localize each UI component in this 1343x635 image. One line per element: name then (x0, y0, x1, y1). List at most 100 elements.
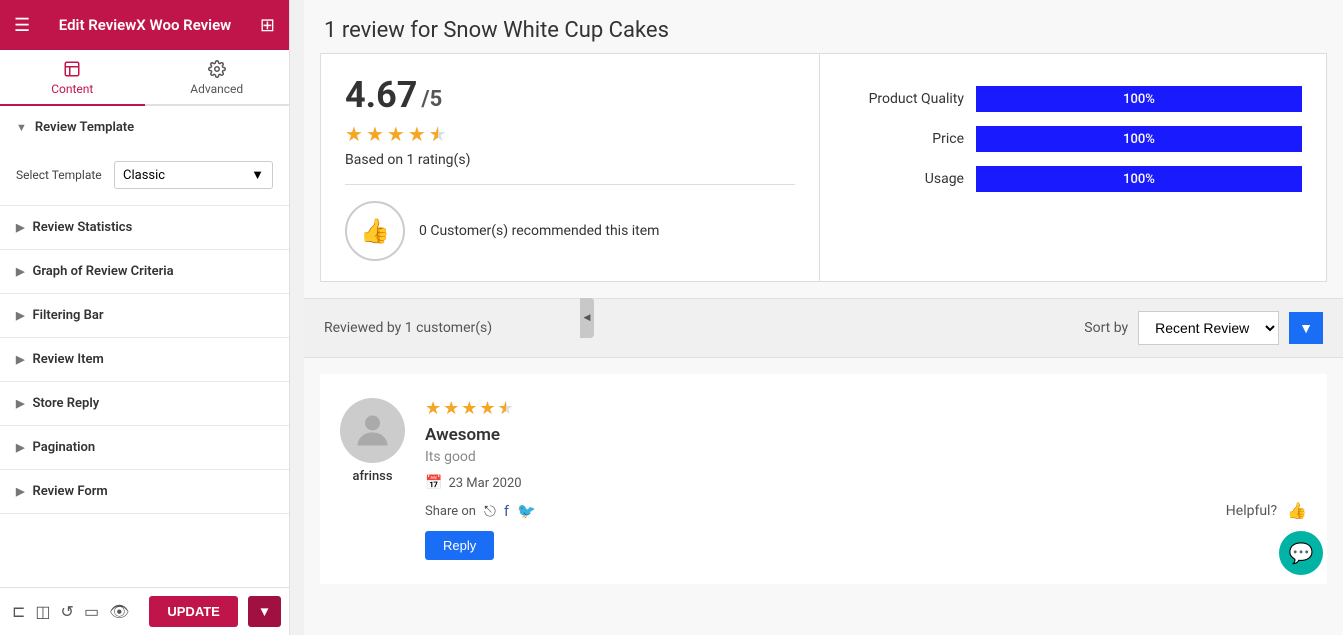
criteria-label-product-quality: Product Quality (844, 91, 964, 107)
stats-left: 4.67 /5 ★ ★ ★ ★ ★ ★ Based on 1 rating(s) (320, 53, 820, 282)
chat-fab[interactable]: 💬 (1279, 531, 1323, 575)
review-text: Its good (425, 449, 1307, 465)
accordion-filtering-bar: ▶ Filtering Bar (0, 294, 289, 338)
star-5-half: ★ ★ (429, 122, 447, 146)
sort-dropdown-btn[interactable]: ▼ (1289, 312, 1323, 344)
criteria-bar-usage: 100% (976, 166, 1302, 192)
helpful-row: Helpful? 👍 (1226, 501, 1307, 521)
accordion-header-pagination[interactable]: ▶ Pagination (0, 426, 289, 469)
page-title: 1 review for Snow White Cup Cakes (304, 0, 1343, 53)
sidebar-title: Edit ReviewX Woo Review (59, 16, 231, 34)
criteria-bar-price: 100% (976, 126, 1302, 152)
avatar-col: afrinss (340, 398, 405, 560)
accordion-header-store-reply[interactable]: ▶ Store Reply (0, 382, 289, 425)
chevron-right-icon-6: ▶ (16, 441, 24, 454)
calendar-icon: 📅 (425, 475, 442, 491)
helpful-label: Helpful? (1226, 503, 1277, 519)
accordion-store-reply: ▶ Store Reply (0, 382, 289, 426)
main-inner: 1 review for Snow White Cup Cakes 4.67 /… (304, 0, 1343, 584)
accordion-label-filtering-bar: Filtering Bar (32, 308, 103, 323)
star-2: ★ (366, 122, 384, 146)
accordion-label-review-template: Review Template (35, 120, 134, 135)
twitter-icon[interactable]: 🐦 (517, 502, 536, 520)
chevron-right-icon-7: ▶ (16, 485, 24, 498)
chevron-right-icon-3: ▶ (16, 309, 24, 322)
hamburger-icon[interactable]: ☰ (14, 15, 30, 36)
accordion-label-review-item: Review Item (32, 352, 103, 367)
reply-button[interactable]: Reply (425, 531, 494, 560)
accordion-header-review-item[interactable]: ▶ Review Item (0, 338, 289, 381)
accordion-pagination: ▶ Pagination (0, 426, 289, 470)
grid-icon[interactable]: ⊞ (260, 15, 275, 36)
review-date: 📅 23 Mar 2020 (425, 475, 1307, 491)
accordion-header-graph-of-review-criteria[interactable]: ▶ Graph of Review Criteria (0, 250, 289, 293)
accordion-review-template: ▼ Review Template Select Template Classi… (0, 106, 289, 206)
review-star-1: ★ (425, 398, 441, 419)
chevron-right-icon-4: ▶ (16, 353, 24, 366)
stats-right: Product Quality 100% Price 100% Usage (820, 53, 1327, 282)
share-label: Share on (425, 504, 476, 519)
sidebar-header: ☰ Edit ReviewX Woo Review ⊞ (0, 0, 289, 50)
tab-advanced[interactable]: Advanced (145, 50, 290, 104)
thumbs-up-button[interactable]: 👍 (1287, 501, 1307, 521)
update-arrow-button[interactable]: ▼ (248, 596, 281, 627)
template-dropdown[interactable]: Classic ▼ (114, 161, 273, 189)
recommend-row: 👍 0 Customer(s) recommended this item (345, 201, 795, 261)
review-star-4: ★ (479, 398, 495, 419)
rating-number: 4.67 (345, 74, 417, 116)
template-value: Classic (123, 168, 165, 183)
accordion-label-review-statistics: Review Statistics (32, 220, 132, 235)
review-item: afrinss ★ ★ ★ ★ ★ ★ Awesome Its good (320, 374, 1327, 584)
accordion-label-graph-of-review-criteria: Graph of Review Criteria (32, 264, 173, 279)
sort-row: Sort by Recent Review ▼ (1084, 311, 1323, 345)
accordion-header-review-statistics[interactable]: ▶ Review Statistics (0, 206, 289, 249)
chevron-down-icon: ▼ (16, 121, 27, 134)
collapse-handle[interactable]: ◀ (580, 298, 594, 338)
sort-dropdown[interactable]: Recent Review (1138, 311, 1279, 345)
review-star-2: ★ (443, 398, 459, 419)
desktop-icon[interactable]: ▭ (84, 598, 99, 626)
criteria-bar-wrap-usage: 100% (976, 166, 1302, 192)
accordion-review-form: ▶ Review Form (0, 470, 289, 514)
main-content: 1 review for Snow White Cup Cakes 4.67 /… (304, 0, 1343, 635)
criteria-usage: Usage 100% (844, 166, 1302, 192)
criteria-bar-product-quality: 100% (976, 86, 1302, 112)
stats-divider (345, 184, 795, 185)
criteria-label-usage: Usage (844, 171, 964, 187)
thumbs-up-icon: 👍 (345, 201, 405, 261)
tab-content[interactable]: Content (0, 50, 145, 104)
chevron-right-icon-2: ▶ (16, 265, 24, 278)
criteria-bar-wrap-price: 100% (976, 126, 1302, 152)
criteria-label-price: Price (844, 131, 964, 147)
sort-label: Sort by (1084, 320, 1128, 336)
recommend-text: 0 Customer(s) recommended this item (419, 223, 659, 239)
share-icon[interactable]: ⎋ (484, 502, 496, 520)
accordion-review-statistics: ▶ Review Statistics (0, 206, 289, 250)
reviewed-by: Reviewed by 1 customer(s) (324, 320, 492, 336)
facebook-icon[interactable]: f (504, 502, 509, 520)
accordion-label-store-reply: Store Reply (32, 396, 99, 411)
filter-bar: Reviewed by 1 customer(s) Sort by Recent… (304, 298, 1343, 358)
update-button[interactable]: UPDATE (149, 596, 237, 627)
rating-display: 4.67 /5 (345, 74, 795, 116)
accordion-header-review-template[interactable]: ▼ Review Template (0, 106, 289, 149)
review-title: Awesome (425, 425, 1307, 445)
stack-icon[interactable]: ◫ (35, 598, 50, 626)
eye-icon[interactable]: 👁 (109, 598, 129, 626)
review-star-3: ★ (461, 398, 477, 419)
rating-max: /5 (421, 87, 442, 112)
star-1: ★ (345, 122, 363, 146)
chevron-right-icon-5: ▶ (16, 397, 24, 410)
sidebar-toolbar: ⊏ ◫ ↺ ▭ 👁 UPDATE ▼ (0, 587, 289, 635)
avatar-icon (350, 408, 395, 453)
review-star-5-half: ★ ★ (498, 398, 514, 419)
criteria-bar-wrap-product-quality: 100% (976, 86, 1302, 112)
star-3: ★ (387, 122, 405, 146)
accordion-header-review-form[interactable]: ▶ Review Form (0, 470, 289, 513)
accordion-header-filtering-bar[interactable]: ▶ Filtering Bar (0, 294, 289, 337)
based-on: Based on 1 rating(s) (345, 152, 795, 168)
history-icon[interactable]: ↺ (61, 598, 74, 626)
layers-icon[interactable]: ⊏ (12, 598, 25, 626)
review-body: ★ ★ ★ ★ ★ ★ Awesome Its good 📅 23 Mar 20… (425, 398, 1307, 560)
star-4: ★ (408, 122, 426, 146)
